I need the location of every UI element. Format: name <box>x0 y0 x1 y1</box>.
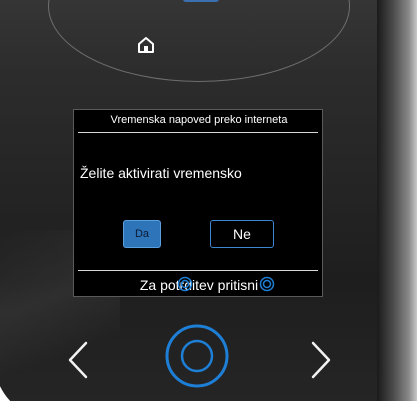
top-indicator <box>183 0 219 2</box>
dialog-title: Vremenska napoved preko interneta <box>110 114 288 126</box>
home-icon[interactable] <box>137 36 155 54</box>
device-panel: Vremenska napoved preko interneta Želite… <box>0 0 417 401</box>
ok-button[interactable] <box>163 322 231 390</box>
dialog-question: Želite aktivirati vremensko <box>80 165 242 181</box>
display-screen: Vremenska napoved preko interneta Želite… <box>73 109 323 297</box>
chevron-left-icon[interactable] <box>66 340 90 380</box>
footer-hint: Za potrditev pritisni <box>139 277 259 293</box>
device-bezel <box>377 0 417 401</box>
chevron-right-icon[interactable] <box>309 340 333 380</box>
yes-button[interactable]: Da <box>123 220 161 248</box>
no-button[interactable]: Ne <box>210 220 274 248</box>
ring-icon <box>177 276 193 292</box>
title-divider <box>78 132 318 133</box>
footer-divider <box>78 270 318 271</box>
ok-ring-icon <box>259 276 275 292</box>
